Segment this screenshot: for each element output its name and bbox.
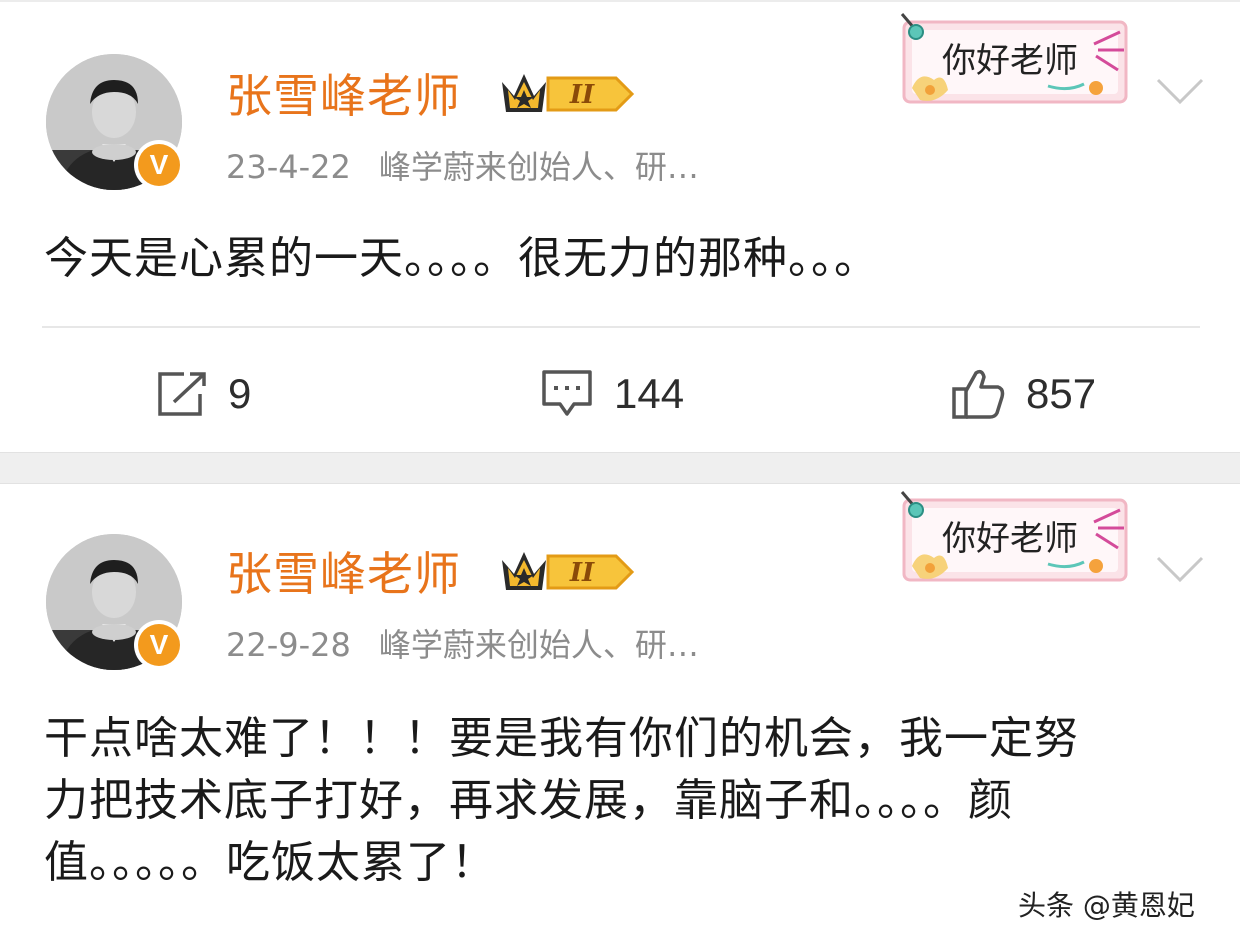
repost-count: 9 [228,370,252,417]
divider [42,326,1200,328]
verified-badge-icon: V [134,620,184,670]
post-content: 今天是心累的一天。。。。很无力的那种。。。 [44,233,879,284]
hello-teacher-sticker-icon: 你好老师 [898,10,1134,110]
repost-button[interactable]: 9 [156,354,251,434]
post-meta: 22-9-28 峰学蔚来创始人、研… [226,620,699,666]
thumbs-up-icon [952,369,1005,419]
more-options-chevron-down-icon[interactable] [1154,74,1206,108]
action-bar: 9 144 857 [0,354,1240,434]
repost-icon [158,372,206,416]
post-separator [0,452,1240,484]
crown-level-badge-icon[interactable]: II [498,64,636,120]
post-meta: 23-4-22 峰学蔚来创始人、研… [226,142,699,188]
hello-teacher-sticker-icon: 你好老师 [898,488,1134,588]
comment-button[interactable]: 144 [540,354,684,434]
svg-text:你好老师: 你好老师 [942,41,1078,81]
like-count: 857 [1026,370,1097,417]
comment-count: 144 [614,370,685,417]
svg-text:II: II [569,558,595,588]
author-bio: 峰学蔚来创始人、研… [378,626,699,664]
svg-text:你好老师: 你好老师 [942,519,1078,559]
post-date[interactable]: 22-9-28 [226,626,351,664]
like-button[interactable]: 857 [950,354,1096,434]
comment-icon [542,370,592,416]
svg-text:II: II [569,80,595,110]
verified-badge-icon: V [134,140,184,190]
more-options-chevron-down-icon[interactable] [1154,552,1206,586]
username[interactable]: 张雪峰老师 [226,538,461,604]
author-bio: 峰学蔚来创始人、研… [378,148,699,186]
weibo-post: V 张雪峰老师 II 23-4-22 峰学蔚来创始人、研… 你好老师 今天是心累… [0,0,1240,452]
crown-level-badge-icon[interactable]: II [498,542,636,598]
post-date[interactable]: 23-4-22 [226,148,351,186]
post-content: 干点啥太难了！！！要是我有你们的机会，我一定努力把技术底子打好，再求发展，靠脑子… [44,713,1079,888]
username[interactable]: 张雪峰老师 [226,60,461,126]
weibo-post: V 张雪峰老师 II 22-9-28 峰学蔚来创始人、研… 你好老师 干点啥太难… [0,484,1240,944]
watermark: 头条 @黄恩妃 [1018,889,1195,922]
